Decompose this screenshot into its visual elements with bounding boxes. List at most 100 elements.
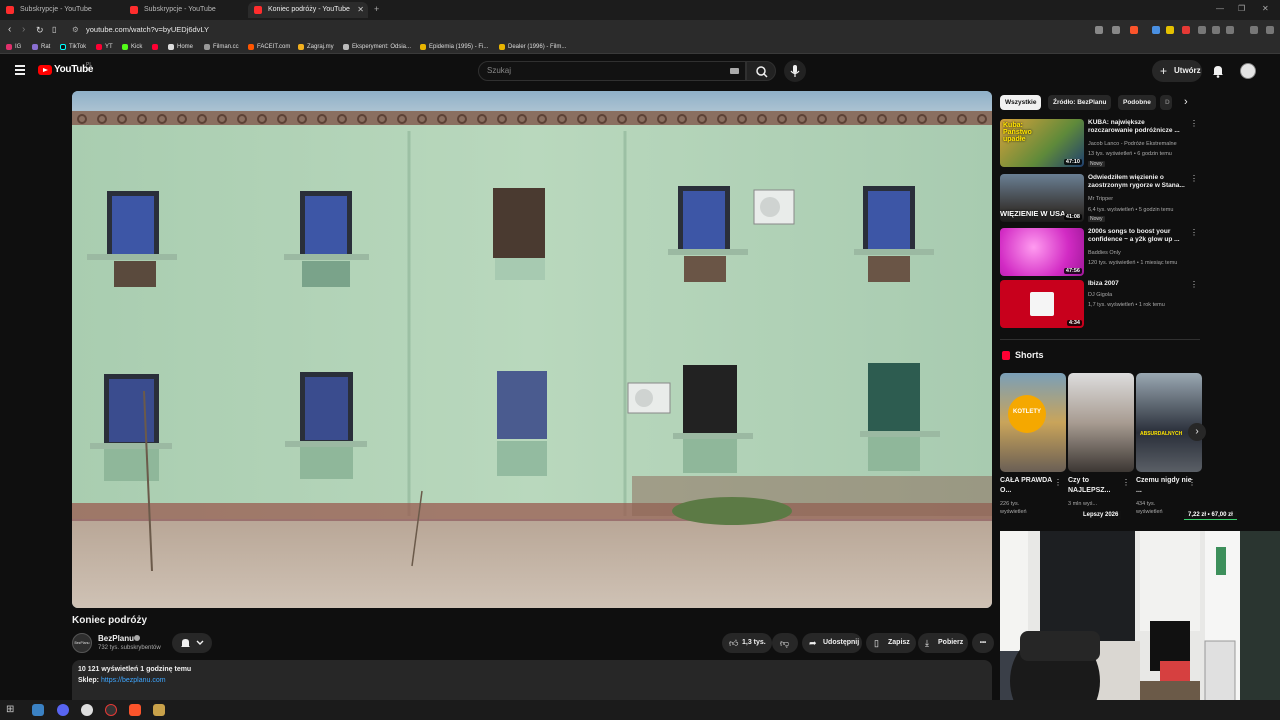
bookmark-label: Epidemia (1995) - Fi... xyxy=(429,44,489,50)
more-vert-icon[interactable]: ⋮ xyxy=(1190,228,1198,237)
brave-icon[interactable] xyxy=(129,704,141,716)
video-title[interactable]: Ibiza 2007 xyxy=(1088,280,1188,288)
extension-icon[interactable] xyxy=(1112,26,1120,34)
thumbnail[interactable]: 4:34 xyxy=(1000,280,1084,328)
hamburger-icon[interactable] xyxy=(15,65,25,75)
recommendation-item[interactable]: 4:34 Ibiza 2007 DJ Gigola 1,7 tys. wyświ… xyxy=(1000,280,1200,330)
video-player[interactable] xyxy=(72,91,992,608)
chip-more[interactable]: D xyxy=(1160,95,1172,110)
short-title[interactable]: Czemu nigdy nie ... xyxy=(1136,476,1192,496)
channel-name[interactable]: DJ Gigola xyxy=(1088,292,1112,298)
channel-name[interactable]: Mr Tripper xyxy=(1088,196,1113,202)
shop-link[interactable]: https://bezplanu.com xyxy=(101,677,166,684)
browser-icon[interactable] xyxy=(81,704,93,716)
download-button[interactable]: ⤓ Pobierz xyxy=(918,633,968,653)
reload-icon[interactable]: ↻ xyxy=(36,24,44,36)
more-actions-button[interactable]: ••• xyxy=(972,633,994,653)
browser-tab[interactable]: Subskrypcje - YouTube xyxy=(124,2,244,18)
extension-icon[interactable] xyxy=(1152,26,1160,34)
link-icon[interactable] xyxy=(1226,26,1234,34)
bookmark-item[interactable]: YT xyxy=(96,42,113,52)
keyboard-icon[interactable] xyxy=(730,68,739,74)
bookmark-item[interactable]: Dealer (1996) - Film... xyxy=(499,42,566,52)
recommendation-item[interactable]: Kuba: Państwo upadłe 47:10 KUBA: najwięk… xyxy=(1000,119,1200,169)
bookmark-item[interactable]: Filman.cc xyxy=(204,42,239,52)
browser-tab-active[interactable]: Koniec podróży - YouTube ✕ xyxy=(248,2,368,18)
like-button[interactable]: 👍︎ 1,3 tys. xyxy=(722,633,772,653)
dislike-button[interactable]: 👎︎ xyxy=(772,633,798,653)
short-thumbnail[interactable]: KOTLETY xyxy=(1000,373,1066,472)
notifications-button[interactable] xyxy=(1212,64,1224,78)
discord-icon[interactable] xyxy=(57,704,69,716)
more-vert-icon[interactable]: ⋮ xyxy=(1054,478,1062,487)
url-field[interactable]: ⚙ youtube.com/watch?v=byUEDj6dvLY xyxy=(68,23,1088,37)
thumbnail[interactable]: Kuba: Państwo upadłe 47:10 xyxy=(1000,119,1084,167)
create-button[interactable]: + Utwórz xyxy=(1152,60,1202,82)
thumbnail[interactable]: 47:56 xyxy=(1000,228,1084,276)
channel-name[interactable]: Baddies Only xyxy=(1088,250,1121,256)
bookmark-item[interactable]: Rat xyxy=(32,42,50,52)
short-thumbnail[interactable] xyxy=(1068,373,1134,472)
bookmark-item[interactable]: FACEIT.com xyxy=(248,42,290,52)
thumbnail[interactable]: WIĘZIENIE W USA 41:08 xyxy=(1000,174,1084,222)
more-vert-icon[interactable]: ⋮ xyxy=(1122,478,1130,487)
close-tab-icon[interactable]: ✕ xyxy=(357,2,364,18)
site-info-icon[interactable]: ⚙ xyxy=(72,23,79,37)
video-title[interactable]: Odwiedziłem więzienie o zaostrzonym rygo… xyxy=(1088,174,1188,190)
more-vert-icon[interactable]: ⋮ xyxy=(1190,119,1198,128)
bookmark-item[interactable]: TikTok xyxy=(60,42,86,52)
short-title[interactable]: CAŁA PRAWDA O... xyxy=(1000,476,1056,496)
chip-all[interactable]: Wszystkie xyxy=(1000,95,1042,110)
video-title[interactable]: 2000s songs to boost your confidence ~ a… xyxy=(1088,228,1188,244)
subscribed-notifications-button[interactable] xyxy=(172,633,212,653)
more-vert-icon[interactable]: ⋮ xyxy=(1190,280,1198,289)
avatar[interactable] xyxy=(1240,63,1256,79)
bookmark-page-icon[interactable]: ▯ xyxy=(52,24,56,36)
shorts-next-button[interactable]: › xyxy=(1188,423,1206,441)
app-icon[interactable] xyxy=(32,704,44,716)
maximize-button[interactable]: ❐ xyxy=(1238,4,1245,13)
extension-icon[interactable] xyxy=(1095,26,1103,34)
browser-tab[interactable]: Subskrypcje - YouTube xyxy=(0,2,120,18)
channel-avatar[interactable]: BezPlanu xyxy=(72,633,92,653)
close-window-button[interactable]: ✕ xyxy=(1262,4,1269,13)
share-button[interactable]: ➦ Udostępnij xyxy=(802,633,862,653)
save-button[interactable]: ▯ Zapisz xyxy=(866,633,916,653)
obs-icon[interactable] xyxy=(105,704,117,716)
brave-shield-icon[interactable] xyxy=(1130,26,1138,34)
bookmark-item[interactable]: Eksperyment: Odsia... xyxy=(343,42,411,52)
voice-search-button[interactable] xyxy=(784,60,806,82)
browser-menu-icon[interactable] xyxy=(1266,26,1274,34)
search-input[interactable]: Szukaj xyxy=(478,61,746,81)
channel-name[interactable]: BezPlanu xyxy=(98,634,134,643)
chip-similar[interactable]: Podobne xyxy=(1118,95,1156,110)
recommendation-item[interactable]: WIĘZIENIE W USA 41:08 Odwiedziłem więzie… xyxy=(1000,174,1200,224)
chevron-right-icon[interactable]: › xyxy=(1184,95,1188,110)
chip-source[interactable]: Źródło: BezPlanu xyxy=(1048,95,1112,110)
download-icon[interactable] xyxy=(1212,26,1220,34)
minimize-button[interactable]: — xyxy=(1216,4,1224,13)
media-icon[interactable] xyxy=(1250,26,1258,34)
short-thumbnail[interactable]: ABSURDALNYCH xyxy=(1136,373,1202,472)
extension-icon[interactable] xyxy=(1166,26,1174,34)
bookmark-item[interactable]: Kick xyxy=(122,42,142,52)
bookmark-item[interactable]: Zagraj.my xyxy=(298,42,334,52)
video-title[interactable]: KUBA: największe rozczarowanie podróżnic… xyxy=(1088,119,1188,135)
bookmark-item[interactable]: Home xyxy=(168,42,193,52)
extension-icon[interactable] xyxy=(1182,26,1190,34)
extensions-puzzle-icon[interactable] xyxy=(1198,26,1206,34)
bookmark-item[interactable]: IG xyxy=(6,42,21,52)
more-vert-icon[interactable]: ⋮ xyxy=(1190,174,1198,183)
channel-name[interactable]: Jacob Lanco - Podróże Ekstremalne xyxy=(1088,141,1177,147)
forward-icon[interactable]: › xyxy=(22,24,25,36)
short-title[interactable]: Czy to NAJLEPSZ... xyxy=(1068,476,1124,496)
app-icon[interactable] xyxy=(153,704,165,716)
bookmark-item[interactable]: Epidemia (1995) - Fi... xyxy=(420,42,488,52)
search-button[interactable] xyxy=(746,61,776,81)
youtube-logo[interactable]: YouTube PL xyxy=(38,62,94,78)
new-tab-button[interactable]: + xyxy=(374,4,379,14)
recommendation-item[interactable]: 47:56 2000s songs to boost your confiden… xyxy=(1000,228,1200,278)
more-vert-icon[interactable]: ⋮ xyxy=(1188,478,1196,487)
windows-start-icon[interactable]: ⊞ xyxy=(6,704,18,716)
back-icon[interactable]: ‹ xyxy=(8,24,11,36)
